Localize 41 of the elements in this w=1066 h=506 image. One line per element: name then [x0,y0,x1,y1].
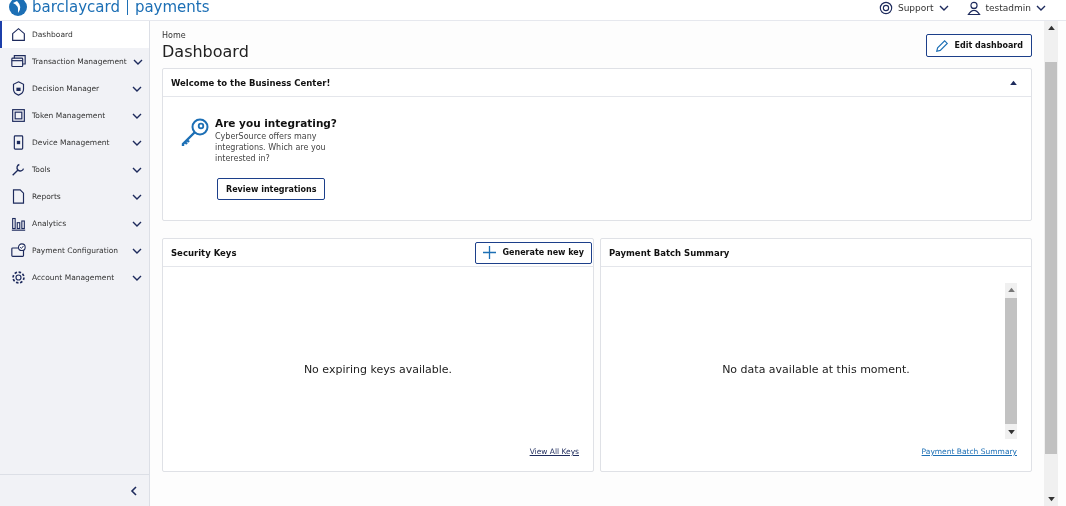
scroll-up-icon [1007,287,1015,292]
panel-title: Welcome to the Business Center! [171,77,331,88]
breadcrumb-link[interactable]: Home [162,31,249,40]
house-icon [11,27,26,42]
chevron-left-icon [129,485,139,496]
panel-title: Payment Batch Summary [609,247,730,258]
scroll-up-icon [1047,25,1055,30]
panel-title: Security Keys [171,247,237,258]
chevron-down-icon [1036,3,1046,13]
empty-message: No expiring keys available. [303,362,453,376]
bar-chart-icon [11,216,26,231]
empty-message: No data available at this moment. [722,362,910,376]
scroll-down-icon [1007,430,1015,435]
document-icon [11,189,26,204]
gear-icon [11,270,26,285]
scrollbar[interactable] [1044,21,1058,506]
safe-icon [11,108,26,123]
support-menu[interactable]: Support [878,1,949,15]
product-name: payments [134,0,210,15]
shield-icon [11,81,26,96]
brand-name: barclaycard [32,0,120,15]
edit-dashboard-button[interactable]: Edit dashboard [925,34,1032,57]
pencil-icon [934,38,949,53]
key-icon [180,117,210,147]
user-icon [966,1,981,15]
integration-heading: Are you integrating? [215,117,337,129]
phone-icon [11,135,26,150]
wrench-icon [11,162,26,177]
plus-icon [483,246,497,259]
generate-key-button[interactable]: Generate new key [475,241,592,264]
collapse-toggle-icon[interactable] [1010,80,1017,85]
chevron-down-icon [938,3,949,13]
page-title: Dashboard [162,42,249,61]
user-menu[interactable]: testadmin [966,1,1046,15]
scrollbar[interactable] [1005,283,1017,439]
cards-icon [11,54,26,69]
lifebuoy-icon [878,1,893,15]
scroll-down-icon [1047,497,1055,502]
review-integrations-button[interactable]: Review integrations [217,178,326,200]
integration-description: CyberSource offers many integrations. Which are you interested in? [215,131,327,164]
card-check-icon [11,243,26,258]
